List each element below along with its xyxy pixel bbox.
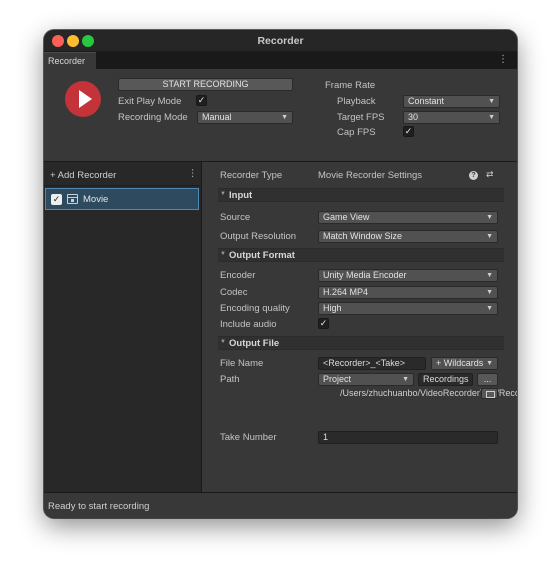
- dropdown-arrow-icon: ▼: [486, 289, 493, 296]
- frame-rate-label: Frame Rate: [325, 80, 376, 91]
- help-icon[interactable]: ?: [469, 171, 478, 180]
- cap-fps-label: Cap FPS: [337, 127, 376, 138]
- encoder-label: Encoder: [220, 270, 256, 281]
- title-bar: Recorder: [44, 30, 517, 52]
- include-audio-checkbox[interactable]: ✓: [318, 318, 329, 329]
- recorder-item-movie[interactable]: ✓ Movie: [45, 188, 199, 210]
- output-format-section-header[interactable]: ▼ Output Format: [218, 248, 504, 262]
- take-number-input[interactable]: 1: [318, 431, 498, 444]
- window-title: Recorder: [257, 35, 304, 47]
- dropdown-arrow-icon: ▼: [402, 376, 409, 383]
- target-fps-label: Target FPS: [337, 112, 385, 123]
- path-label: Path: [220, 374, 240, 385]
- playback-dropdown[interactable]: Constant ▼: [403, 95, 500, 108]
- codec-dropdown[interactable]: H.264 MP4 ▼: [318, 286, 498, 299]
- recorder-list-panel: + Add Recorder ⋮ ✓ Movie: [44, 161, 201, 492]
- source-dropdown[interactable]: Game View ▼: [318, 211, 498, 224]
- dropdown-arrow-icon: ▼: [486, 233, 493, 240]
- recorder-type-label: Recorder Type: [220, 170, 283, 181]
- output-file-section-header[interactable]: ▼ Output File: [218, 336, 504, 350]
- file-name-label: File Name: [220, 358, 264, 369]
- recorder-enabled-checkbox[interactable]: ✓: [51, 194, 62, 205]
- output-resolution-label: Output Resolution: [220, 231, 297, 242]
- movie-icon: [67, 194, 78, 204]
- foldout-caret-icon: ▼: [220, 251, 226, 257]
- include-audio-label: Include audio: [220, 319, 277, 330]
- status-bar: Ready to start recording: [44, 492, 517, 518]
- list-divider: [44, 185, 201, 186]
- start-recording-button[interactable]: START RECORDING: [118, 78, 293, 91]
- browse-path-button[interactable]: ...: [477, 373, 498, 386]
- recorder-settings-panel: Recorder Type Movie Recorder Settings ? …: [202, 161, 517, 492]
- tab-recorder[interactable]: Recorder: [44, 52, 96, 69]
- preset-icon[interactable]: ⇄: [486, 169, 494, 180]
- target-fps-value: 30: [408, 112, 419, 122]
- folder-icon[interactable]: [481, 388, 498, 399]
- encoder-value: Unity Media Encoder: [323, 270, 407, 280]
- encoder-dropdown[interactable]: Unity Media Encoder ▼: [318, 269, 498, 282]
- wildcards-dropdown[interactable]: + Wildcards ▼: [431, 357, 498, 370]
- codec-value: H.264 MP4: [323, 287, 369, 297]
- path-folder-input[interactable]: Recordings: [418, 373, 473, 386]
- input-section-title: Input: [229, 190, 253, 201]
- dropdown-arrow-icon: ▼: [488, 114, 495, 121]
- output-resolution-dropdown[interactable]: Match Window Size ▼: [318, 230, 498, 243]
- output-resolution-value: Match Window Size: [323, 231, 403, 241]
- encoding-quality-label: Encoding quality: [220, 303, 290, 314]
- dropdown-arrow-icon: ▼: [281, 114, 288, 121]
- output-format-section-title: Output Format: [229, 250, 295, 261]
- dropdown-arrow-icon: ▼: [486, 360, 493, 367]
- output-file-section-title: Output File: [229, 338, 280, 349]
- recording-mode-dropdown[interactable]: Manual ▼: [197, 111, 293, 124]
- exit-play-mode-label: Exit Play Mode: [118, 96, 182, 107]
- playback-value: Constant: [408, 96, 445, 106]
- recording-mode-value: Manual: [202, 112, 232, 122]
- dropdown-arrow-icon: ▼: [486, 214, 493, 221]
- resolved-output-path: /Users/zhuchuanbo/VideoRecorderTest/Reco…: [340, 388, 517, 398]
- record-play-icon: [79, 90, 92, 108]
- exit-play-mode-checkbox[interactable]: ✓: [196, 95, 207, 106]
- source-label: Source: [220, 212, 251, 223]
- cap-fps-checkbox[interactable]: ✓: [403, 126, 414, 137]
- input-section-header[interactable]: ▼ Input: [218, 188, 504, 202]
- wildcards-label: + Wildcards: [436, 358, 484, 368]
- record-play-button[interactable]: [65, 81, 101, 117]
- add-recorder-button[interactable]: + Add Recorder: [50, 170, 116, 181]
- tab-bar: Recorder ⋮: [44, 52, 517, 69]
- foldout-caret-icon: ▼: [220, 191, 226, 197]
- codec-label: Codec: [220, 287, 248, 298]
- take-number-label: Take Number: [220, 432, 277, 443]
- encoding-quality-dropdown[interactable]: High ▼: [318, 302, 498, 315]
- recorder-window: Recorder Recorder ⋮ START RECORDING Exit…: [44, 30, 517, 518]
- file-name-input[interactable]: <Recorder>_<Take>: [318, 357, 426, 370]
- encoding-quality-value: High: [323, 303, 342, 313]
- kebab-menu-icon[interactable]: ⋮: [498, 54, 508, 65]
- dropdown-arrow-icon: ▼: [486, 272, 493, 279]
- dropdown-arrow-icon: ▼: [486, 305, 493, 312]
- status-text: Ready to start recording: [48, 501, 150, 512]
- recording-mode-label: Recording Mode: [118, 112, 188, 123]
- foldout-caret-icon: ▼: [220, 339, 226, 345]
- path-root-dropdown[interactable]: Project ▼: [318, 373, 414, 386]
- recorder-item-label: Movie: [83, 194, 109, 205]
- kebab-menu-icon[interactable]: ⋮: [188, 168, 198, 179]
- recording-controls: START RECORDING Exit Play Mode ✓ Recordi…: [44, 69, 517, 161]
- dropdown-arrow-icon: ▼: [488, 98, 495, 105]
- source-value: Game View: [323, 212, 370, 222]
- playback-label: Playback: [337, 96, 376, 107]
- recorder-type-value: Movie Recorder Settings: [318, 170, 423, 181]
- path-root-value: Project: [323, 374, 352, 384]
- target-fps-dropdown[interactable]: 30 ▼: [403, 111, 500, 124]
